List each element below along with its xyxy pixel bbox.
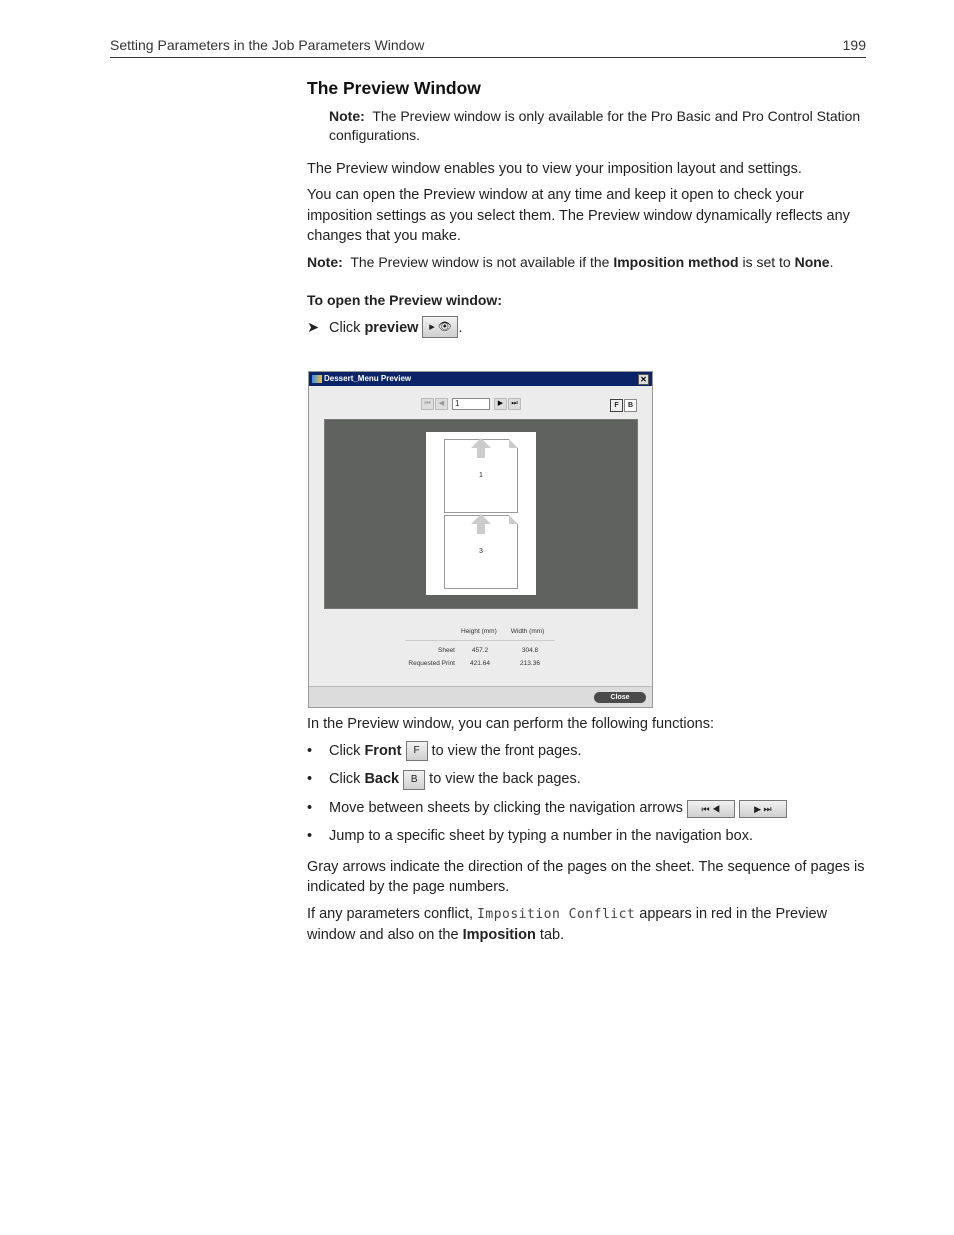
preview-canvas: 1 3 — [324, 419, 638, 609]
direction-arrow-icon — [471, 438, 491, 448]
functions-section: In the Preview window, you can perform t… — [307, 714, 867, 952]
close-icon[interactable]: ✕ — [638, 374, 649, 385]
prev-sheet-icon[interactable]: ◀ — [435, 398, 448, 410]
last-sheet-icon[interactable]: ⏭ — [508, 398, 521, 410]
main-content: The Preview Window Note: The Preview win… — [307, 78, 867, 352]
preview-window-screenshot: Dessert_Menu Preview ✕ ⏮ ◀ 1 ▶ ⏭ F B 1 3… — [308, 371, 653, 708]
para-gray-arrows: Gray arrows indicate the direction of th… — [307, 858, 865, 896]
sheet: 1 3 — [426, 432, 536, 595]
direction-arrow-icon — [471, 514, 491, 524]
step-arrow-icon: ➤ — [307, 319, 320, 336]
para-conflict: If any parameters conflict, Imposition C… — [307, 905, 828, 944]
window-footer: Close — [309, 686, 652, 707]
back-icon: B — [403, 769, 426, 790]
dimensions-table: Height (mm) Width (mm) Sheet 457.2 304.8 … — [405, 628, 555, 673]
note-none-method: Note: The Preview window is not availabl… — [307, 253, 834, 270]
table-row: Requested Print 421.64 213.36 — [408, 660, 540, 667]
procedure-title: To open the Preview window: — [307, 291, 502, 308]
procedure-step: ➤ Click preview ▸ 👁. — [307, 316, 867, 338]
page-number: 199 — [842, 37, 866, 53]
list-item: Move between sheets by clicking the navi… — [307, 798, 867, 818]
para-intro: The Preview window enables you to view y… — [307, 160, 802, 177]
page-thumbnail: 1 — [444, 438, 518, 513]
preview-eye-icon[interactable]: ▸ 👁 — [422, 316, 459, 338]
app-icon — [312, 375, 322, 383]
window-title: Dessert_Menu Preview — [324, 374, 412, 383]
list-item: Click Back B to view the back pages. — [307, 769, 867, 790]
para-open-anytime: You can open the Preview window at any t… — [307, 187, 850, 244]
functions-list: Click Front F to view the front pages. C… — [307, 741, 867, 847]
functions-intro: In the Preview window, you can perform t… — [307, 716, 715, 732]
window-titlebar: Dessert_Menu Preview ✕ — [309, 372, 652, 386]
list-item: Jump to a specific sheet by typing a num… — [307, 826, 867, 847]
first-prev-arrows-icon: ⏮ ◀ — [686, 800, 735, 818]
list-item: Click Front F to view the front pages. — [307, 741, 867, 761]
sheet-number-input[interactable]: 1 — [452, 398, 490, 410]
page-thumbnail: 3 — [444, 514, 518, 589]
next-last-arrows-icon: ▶ ⏭ — [738, 800, 787, 818]
front-icon: F — [405, 741, 428, 761]
close-button[interactable]: Close — [594, 692, 646, 703]
navigation-toolbar: ⏮ ◀ 1 ▶ ⏭ — [421, 398, 521, 410]
note-availability: Note: The Preview window is only availab… — [329, 107, 861, 143]
section-title: The Preview Window — [307, 78, 481, 98]
page-header: Setting Parameters in the Job Parameters… — [110, 37, 866, 58]
front-view-button[interactable]: F — [610, 399, 623, 412]
table-row: Sheet 457.2 304.8 — [438, 647, 539, 654]
back-view-button[interactable]: B — [624, 399, 637, 412]
header-title: Setting Parameters in the Job Parameters… — [110, 37, 425, 53]
first-sheet-icon[interactable]: ⏮ — [421, 398, 434, 410]
next-sheet-icon[interactable]: ▶ — [494, 398, 507, 410]
